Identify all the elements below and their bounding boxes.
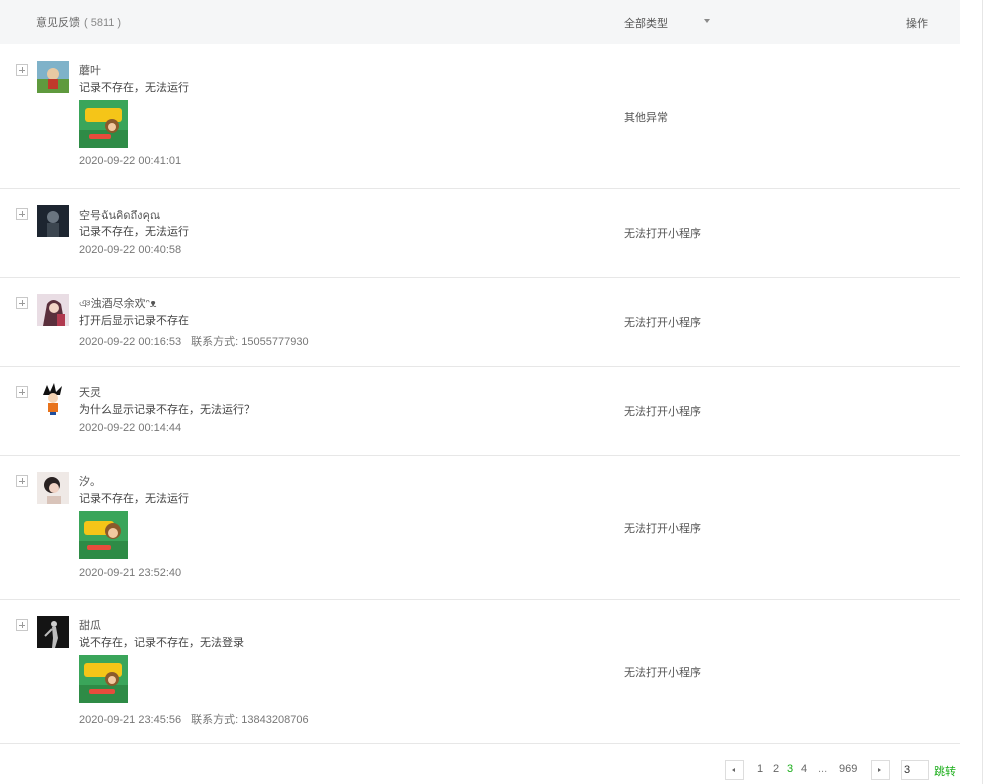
plus-square-icon[interactable] [16, 297, 28, 309]
feedback-contact: 联系方式: 15055777930 [191, 336, 309, 348]
feedback-meta: 2020-09-22 00:14:44 [79, 422, 181, 434]
prev-page-button[interactable] [725, 760, 744, 780]
page-jump-input[interactable] [901, 760, 929, 780]
feedback-type: 无法打开小程序 [624, 228, 701, 240]
chevron-right-icon [878, 768, 881, 772]
feedback-content: 说不存在，记录不存在，无法登录 [79, 637, 244, 649]
feedback-content: 记录不存在，无法运行 [79, 82, 189, 94]
feedback-image-thumbnail[interactable] [79, 655, 128, 703]
feedback-image-thumbnail[interactable] [79, 100, 128, 148]
type-filter-dropdown[interactable]: 全部类型 [624, 15, 710, 31]
operations-header: 操作 [906, 18, 928, 30]
feedback-meta: 2020-09-22 00:40:58 [79, 244, 181, 256]
page-number[interactable]: 1 [757, 763, 763, 775]
feedback-meta: 2020-09-21 23:52:40 [79, 567, 181, 579]
page-number[interactable]: 2 [773, 763, 779, 775]
feedback-content: 打开后显示记录不存在 [79, 315, 189, 327]
feedback-row: 汐。 记录不存在，无法运行 2020-09-21 23:52:40 无法打开小程… [0, 456, 960, 600]
feedback-row: ঞ浊酒尽余欢ᵔᴥ 打开后显示记录不存在 2020-09-22 00:16:53 联… [0, 278, 960, 367]
feedback-count: ( 5811 ) [84, 17, 122, 29]
page-number-current[interactable]: 3 [787, 763, 793, 775]
feedback-table-header: 意见反馈 ( 5811 ) 全部类型 操作 [0, 0, 960, 44]
feedback-image-thumbnail[interactable] [79, 511, 128, 559]
chevron-left-icon [732, 768, 735, 772]
plus-square-icon[interactable] [16, 208, 28, 220]
feedback-contact: 联系方式: 13843208706 [191, 714, 309, 726]
feedback-type: 无法打开小程序 [624, 406, 701, 418]
feedback-type: 无法打开小程序 [624, 667, 701, 679]
user-nickname: 汐。 [79, 476, 101, 488]
feedback-time: 2020-09-22 00:40:58 [79, 244, 182, 256]
scrollbar-edge [982, 0, 983, 784]
avatar [37, 616, 69, 648]
caret-down-icon [704, 19, 710, 23]
feedback-title-text: 意见反馈 [36, 17, 80, 29]
type-filter-label: 全部类型 [624, 18, 668, 30]
user-nickname: 天灵 [79, 387, 101, 399]
feedback-row: 天灵 为什么显示记录不存在，无法运行？ 2020-09-22 00:14:44 … [0, 367, 960, 456]
avatar [37, 294, 69, 326]
feedback-row: 甜瓜 说不存在，记录不存在，无法登录 2020-09-21 23:45:56 联系… [0, 600, 960, 744]
page-jump-button[interactable]: 跳转 [934, 763, 956, 779]
feedback-row: 空号ฉันคิดถึงคุณ 记录不存在，无法运行 2020-09-22 00:… [0, 189, 960, 278]
avatar [37, 205, 69, 237]
feedback-time: 2020-09-22 00:41:01 [79, 155, 182, 167]
feedback-row: 蘑叶 记录不存在，无法运行 2020-09-22 00:41:01 其他异常 [0, 44, 960, 189]
page-number-last[interactable]: 969 [839, 763, 857, 775]
page-ellipsis: ... [818, 763, 828, 775]
plus-square-icon[interactable] [16, 386, 28, 398]
feedback-content: 为什么显示记录不存在，无法运行？ [79, 404, 255, 416]
feedback-time: 2020-09-22 00:14:44 [79, 422, 182, 434]
feedback-meta: 2020-09-22 00:16:53 联系方式: 15055777930 [79, 333, 309, 349]
next-page-button[interactable] [871, 760, 890, 780]
plus-square-icon[interactable] [16, 619, 28, 631]
feedback-time: 2020-09-22 00:16:53 [79, 336, 182, 348]
feedback-time: 2020-09-21 23:45:56 [79, 714, 182, 726]
page-number[interactable]: 4 [801, 763, 807, 775]
avatar [37, 61, 69, 93]
feedback-meta: 2020-09-22 00:41:01 [79, 155, 181, 167]
plus-square-icon[interactable] [16, 64, 28, 76]
feedback-panel: 意见反馈 ( 5811 ) 全部类型 操作 蘑叶 记录不存在，无法运行 2020-… [0, 0, 960, 784]
user-nickname: 空号ฉันคิดถึงคุณ [79, 210, 161, 222]
plus-square-icon[interactable] [16, 475, 28, 487]
feedback-type: 其他异常 [624, 112, 668, 124]
feedback-title: 意见反馈 ( 5811 ) [36, 14, 121, 30]
user-nickname: 蘑叶 [79, 65, 101, 77]
pagination: 1 2 3 4 ... 969 跳转 [0, 760, 985, 780]
feedback-content: 记录不存在，无法运行 [79, 493, 189, 505]
feedback-meta: 2020-09-21 23:45:56 联系方式: 13843208706 [79, 711, 309, 727]
feedback-content: 记录不存在，无法运行 [79, 226, 189, 238]
feedback-type: 无法打开小程序 [624, 317, 701, 329]
feedback-type: 无法打开小程序 [624, 523, 701, 535]
feedback-time: 2020-09-21 23:52:40 [79, 567, 182, 579]
user-nickname: 甜瓜 [79, 620, 101, 632]
avatar [37, 472, 69, 504]
avatar [37, 383, 69, 415]
